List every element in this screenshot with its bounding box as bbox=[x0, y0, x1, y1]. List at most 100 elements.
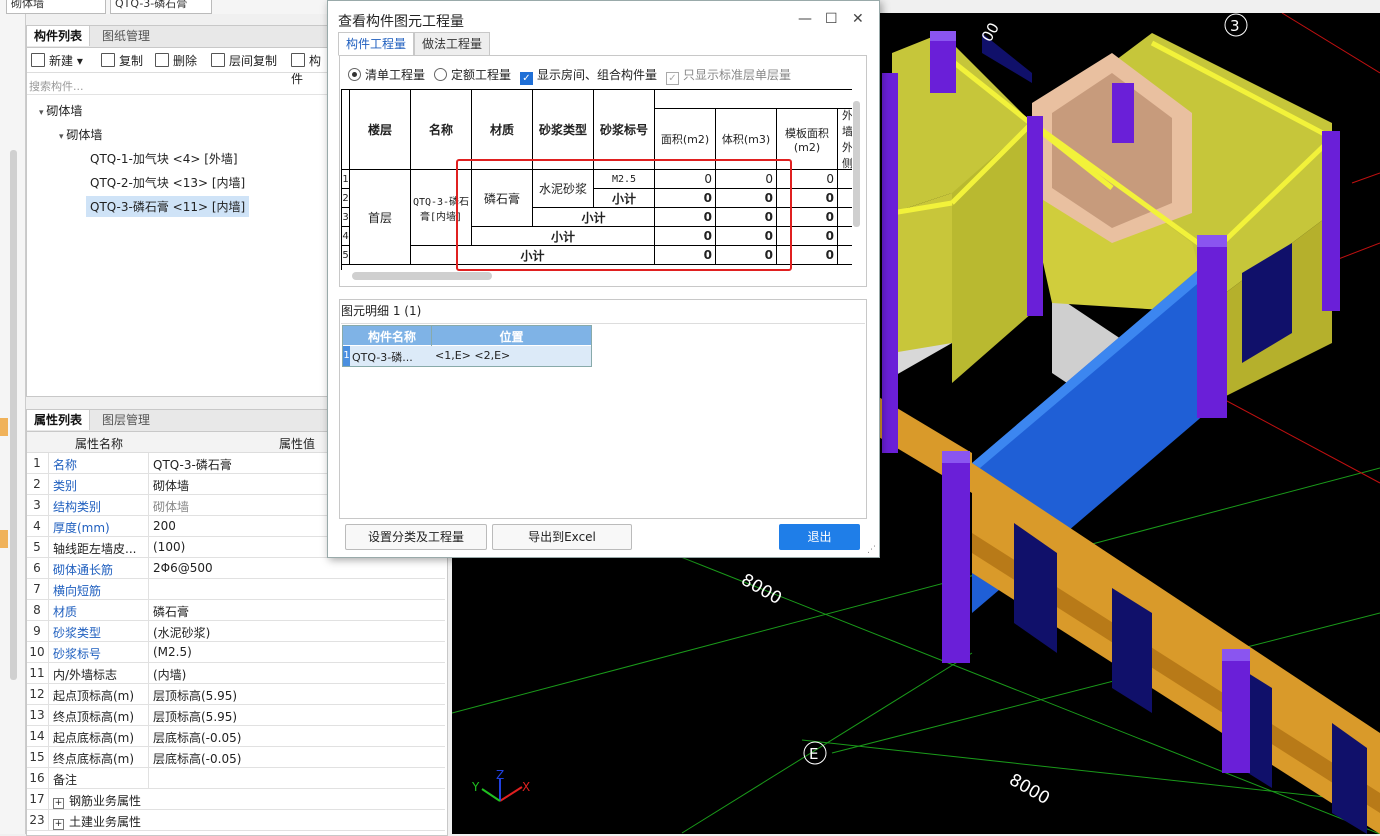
property-name: 起点顶标高(m) bbox=[53, 687, 134, 704]
property-row[interactable]: 8 材质 磷石膏 bbox=[27, 600, 445, 621]
tree-child-label: 砌体墙 bbox=[66, 128, 103, 142]
table-vscrollbar[interactable] bbox=[853, 101, 860, 227]
property-row[interactable]: 11 内/外墙标志 (内墙) bbox=[27, 663, 445, 684]
maximize-icon[interactable]: ☐ bbox=[825, 11, 838, 27]
settings-button[interactable]: 设置分类及工程量 bbox=[345, 524, 487, 550]
row-num: 5 bbox=[342, 246, 350, 265]
exit-button[interactable]: 退出 bbox=[779, 524, 860, 550]
col-divider bbox=[148, 495, 149, 515]
col-divider bbox=[48, 768, 49, 788]
property-row-num: 7 bbox=[33, 582, 41, 596]
property-value[interactable]: QTQ-3-磷石膏 bbox=[153, 456, 232, 473]
property-row[interactable]: 12 起点顶标高(m) 层顶标高(5.95) bbox=[27, 684, 445, 705]
grid-line bbox=[1281, 13, 1380, 74]
close-icon[interactable]: ✕ bbox=[852, 11, 864, 27]
floor-copy-label: 层间复制 bbox=[229, 54, 278, 68]
property-name: 备注 bbox=[53, 771, 77, 788]
property-name-text: 砌体通长筋 bbox=[53, 563, 114, 577]
col-divider bbox=[48, 495, 49, 515]
property-value[interactable]: (水泥砂浆) bbox=[153, 624, 210, 641]
table-hscrollbar[interactable] bbox=[352, 272, 492, 280]
col-divider bbox=[148, 579, 149, 599]
cell-empty bbox=[838, 189, 852, 208]
cell-empty bbox=[838, 208, 852, 227]
tab-method-quantity[interactable]: 做法工程量 bbox=[414, 32, 491, 56]
property-row[interactable]: 23 + 土建业务属性 bbox=[27, 810, 445, 831]
property-value[interactable]: 层顶标高(5.95) bbox=[153, 708, 237, 725]
property-name: 内/外墙标志 bbox=[53, 666, 117, 683]
property-row[interactable]: 9 砂浆类型 (水泥砂浆) bbox=[27, 621, 445, 642]
search-input[interactable]: 搜索构件... bbox=[29, 78, 84, 94]
floor-copy-button[interactable]: 层间复制 bbox=[211, 52, 277, 70]
copy-icon bbox=[101, 53, 115, 67]
minimize-icon[interactable]: — bbox=[798, 11, 812, 27]
property-row-num: 11 bbox=[29, 666, 45, 680]
property-name: + 土建业务属性 bbox=[53, 813, 141, 830]
tab-component-quantity[interactable]: 构件工程量 bbox=[338, 32, 415, 56]
property-row[interactable]: 6 砌体通长筋 2Φ6@500 bbox=[27, 558, 445, 579]
tree-root[interactable]: ▾ 砌体墙 bbox=[39, 102, 82, 119]
property-row-num: 1 bbox=[33, 456, 41, 470]
column-top bbox=[942, 451, 970, 463]
component-combo[interactable]: QTQ-3-磷石膏 bbox=[110, 0, 212, 14]
column bbox=[1322, 131, 1340, 311]
tree-item-qtq2[interactable]: QTQ-2-加气块 <13> [内墙] bbox=[90, 174, 245, 191]
cell-floor: 首层 bbox=[350, 170, 411, 265]
tab-property-list[interactable]: 属性列表 bbox=[27, 410, 91, 430]
property-name: 砌体通长筋 bbox=[53, 561, 113, 578]
radio-dinge[interactable]: 定额工程量 bbox=[434, 66, 511, 83]
col-divider bbox=[148, 537, 149, 557]
col-divider bbox=[48, 516, 49, 536]
property-row[interactable]: 13 终点顶标高(m) 层顶标高(5.95) bbox=[27, 705, 445, 726]
tree-child[interactable]: ▾ 砌体墙 bbox=[59, 126, 102, 143]
checkbox-show-rooms[interactable]: ✓ 显示房间、组合构件量 bbox=[520, 66, 657, 85]
property-value[interactable]: 2Φ6@500 bbox=[153, 561, 213, 575]
tree-item-qtq3[interactable]: QTQ-3-磷石膏 <11> [内墙] bbox=[86, 196, 250, 217]
category-combo[interactable]: 砌体墙 bbox=[6, 0, 106, 14]
col-material-header: 材质 bbox=[472, 90, 533, 170]
z-axis-label: Z bbox=[496, 768, 504, 782]
export-excel-button[interactable]: 导出到Excel bbox=[492, 524, 632, 550]
property-row[interactable]: 14 起点底标高(m) 层底标高(-0.05) bbox=[27, 726, 445, 747]
property-value[interactable]: 200 bbox=[153, 519, 176, 533]
tab-layer-manage[interactable]: 图层管理 bbox=[95, 410, 157, 430]
property-row[interactable]: 17 + 钢筋业务属性 bbox=[27, 789, 445, 810]
row-num: 1 bbox=[342, 170, 350, 189]
property-value[interactable]: (M2.5) bbox=[153, 645, 192, 659]
copy-button[interactable]: 复制 bbox=[101, 52, 143, 70]
resize-grip-icon[interactable]: ⋰ bbox=[867, 545, 876, 555]
checkbox-std-floor[interactable]: ✓ 只显示标准层单层量 bbox=[666, 66, 791, 85]
property-value[interactable]: 层底标高(-0.05) bbox=[153, 750, 241, 767]
radio-qingdan[interactable]: 清单工程量 bbox=[348, 66, 425, 83]
more-button[interactable]: 构件 bbox=[291, 52, 327, 86]
col-divider bbox=[148, 516, 149, 536]
property-row[interactable]: 10 砂浆标号 (M2.5) bbox=[27, 642, 445, 663]
property-value[interactable]: 层底标高(-0.05) bbox=[153, 729, 241, 746]
tab-component-list[interactable]: 构件列表 bbox=[27, 26, 91, 46]
property-value[interactable]: 层顶标高(5.95) bbox=[153, 687, 237, 704]
property-name: 厚度(mm) bbox=[53, 519, 110, 536]
tree-item-qtq1[interactable]: QTQ-1-加气块 <4> [外墙] bbox=[90, 150, 238, 167]
expand-icon[interactable]: + bbox=[53, 798, 64, 809]
col-divider bbox=[48, 537, 49, 557]
new-button[interactable]: 新建 ▾ bbox=[31, 52, 83, 70]
property-row-num: 5 bbox=[33, 540, 41, 554]
property-row[interactable]: 7 横向短筋 bbox=[27, 579, 445, 600]
property-value[interactable]: (内墙) bbox=[153, 666, 186, 683]
property-value[interactable]: 砌体墙 bbox=[153, 477, 189, 494]
property-value[interactable]: 砌体墙 bbox=[153, 498, 189, 515]
delete-button[interactable]: 删除 bbox=[155, 52, 197, 70]
col-divider bbox=[148, 642, 149, 662]
property-name-text: 材质 bbox=[53, 605, 78, 619]
property-row[interactable]: 15 终点底标高(m) 层底标高(-0.05) bbox=[27, 747, 445, 768]
left-scrollbar[interactable] bbox=[10, 150, 17, 680]
property-value[interactable]: 磷石膏 bbox=[153, 603, 189, 620]
property-row[interactable]: 16 备注 bbox=[27, 768, 445, 789]
row-num: 4 bbox=[342, 227, 350, 246]
expand-icon[interactable]: + bbox=[53, 819, 64, 830]
property-name-text: 备注 bbox=[53, 773, 78, 787]
property-value[interactable]: (100) bbox=[153, 540, 185, 554]
tab-drawing-manage[interactable]: 图纸管理 bbox=[95, 26, 157, 46]
header-group bbox=[655, 90, 852, 109]
col-divider bbox=[48, 600, 49, 620]
